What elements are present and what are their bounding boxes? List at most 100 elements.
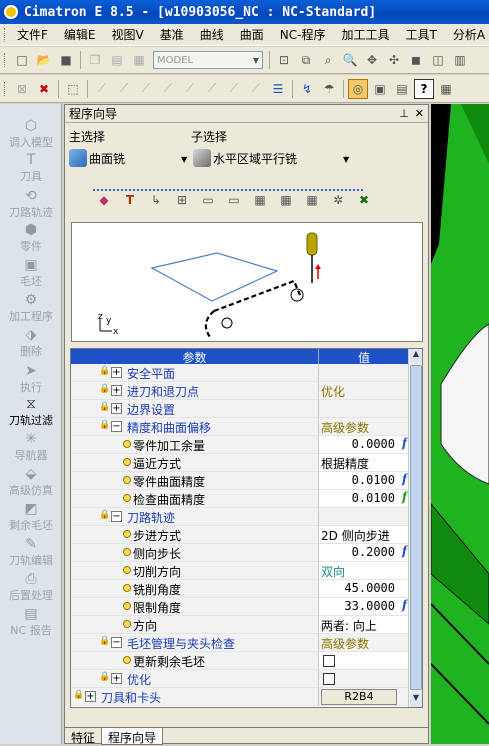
pan-icon[interactable]: ✥ [362, 50, 382, 70]
shaded-view-icon[interactable]: ◼ [406, 50, 426, 70]
menu-datum[interactable]: 基准 [152, 26, 192, 43]
update-stock-checkbox[interactable] [323, 655, 335, 667]
left-item-simulation[interactable]: ⬙ 高级仿真 [0, 466, 62, 498]
load-parameters-icon[interactable]: ▭ [224, 190, 244, 210]
menu-surface[interactable]: 曲面 [232, 26, 272, 43]
formula-icon[interactable]: f [402, 490, 407, 504]
table-row-limit-angle[interactable]: 限制角度 33.0000 f [71, 598, 409, 616]
sub-select-dropdown[interactable]: 水平区域平行铣 [193, 149, 297, 167]
help-icon[interactable]: ? [414, 78, 434, 99]
select-cursor-icon[interactable]: ⬚ [63, 79, 83, 99]
open-file-icon[interactable]: 📂 [34, 50, 54, 70]
model-tree-icon[interactable]: ▦ [129, 50, 149, 70]
left-item-navigator[interactable]: ✳ 导航器 [0, 431, 62, 463]
graphics-viewport[interactable] [431, 104, 489, 744]
table-scrollbar[interactable]: ▲ ▼ [408, 349, 422, 707]
table-row-stepover-mode[interactable]: 步进方式 2D 侧向步进 [71, 526, 409, 544]
column-header-value[interactable]: 值 [319, 349, 409, 365]
table-row-part-tolerance[interactable]: 零件曲面精度 0.0100 f [71, 472, 409, 490]
table-row-approach-retract[interactable]: 🔒 + 进刀和退刀点 优化 [71, 382, 409, 400]
scrollbar-thumb[interactable] [410, 365, 422, 690]
left-item-part[interactable]: ⬢ 零件 [0, 222, 62, 254]
left-item-toolpath[interactable]: ⟲ 刀路轨迹 [0, 188, 62, 220]
formula-icon[interactable]: f [402, 598, 407, 612]
left-item-stock[interactable]: ▣ 毛坯 [0, 257, 62, 289]
list-icon[interactable]: ▤ [392, 79, 412, 99]
formula-icon[interactable]: f [402, 436, 407, 450]
left-item-remaining-stock[interactable]: ◩ 剩余毛坯 [0, 501, 62, 533]
params-table-icon[interactable]: ▦ [250, 190, 270, 210]
table-row-tool-holder[interactable]: 🔒 + 刀具和卡头 R2B4 [71, 688, 409, 706]
params-export-icon[interactable]: ▦ [276, 190, 296, 210]
menu-nc-program[interactable]: NC-程序 [272, 26, 334, 43]
optimize-checkbox[interactable] [323, 673, 335, 685]
save-icon[interactable]: ■ [56, 50, 76, 70]
expand-plus-icon[interactable]: + [111, 367, 122, 378]
settings-icon[interactable]: ✲ [328, 190, 348, 210]
eraser-icon[interactable]: ◆ [94, 190, 114, 210]
collapse-minus-icon[interactable]: − [111, 511, 122, 522]
left-item-nc-report[interactable]: ▤ NC 报告 [0, 606, 62, 638]
menu-tools[interactable]: 工具T [397, 26, 444, 43]
curve-tool-3-icon[interactable]: ⟋ [136, 79, 156, 99]
menu-view[interactable]: 视图V [104, 26, 152, 43]
table-row-milling-angle[interactable]: 铣削角度 45.0000 [71, 580, 409, 598]
curve-tool-8-icon[interactable]: ⟋ [246, 79, 266, 99]
table-row-side-step[interactable]: 侧向步长 0.2000 f [71, 544, 409, 562]
paste-icon[interactable]: ▤ [107, 50, 127, 70]
rotate-icon[interactable]: ✣ [384, 50, 404, 70]
left-item-post-process[interactable]: ⎙ 后置处理 [0, 571, 62, 603]
search-icon[interactable]: 🔍 [340, 50, 360, 70]
copy-icon[interactable]: ❐ [85, 50, 105, 70]
toolpath-icon[interactable]: ↯ [297, 79, 317, 99]
table-row-boundary[interactable]: 🔒 + 边界设置 [71, 400, 409, 418]
scroll-up-icon[interactable]: ▲ [410, 349, 422, 363]
table-row-toolpath[interactable]: 🔒 − 刀路轨迹 [71, 508, 409, 526]
tab-program-wizard[interactable]: 程序向导 [101, 728, 164, 745]
expand-plus-icon[interactable]: + [111, 673, 122, 684]
table-row-approximation[interactable]: 逼近方式 根据精度 [71, 454, 409, 472]
model-combo[interactable]: MODEL ▼ [153, 51, 263, 69]
left-item-procedure[interactable]: ⚙ 加工程序 [0, 292, 62, 324]
geometry-icon[interactable]: ⊞ [172, 190, 192, 210]
menu-machining-tools[interactable]: 加工工具 [333, 26, 397, 43]
window-title-bar[interactable]: Cimatron E 8.5 - [w10903056_NC : NC-Stan… [0, 0, 489, 24]
curve-tool-7-icon[interactable]: ⟋ [224, 79, 244, 99]
list-tool-icon[interactable]: ☰ [268, 79, 288, 99]
table-row-tolerance-offset[interactable]: 🔒 − 精度和曲面偏移 高级参数 [71, 418, 409, 436]
left-item-load-model[interactable]: ⬡ 调入模型 [0, 118, 62, 150]
zoom-window-icon[interactable]: ⊡ [274, 50, 294, 70]
expand-plus-icon[interactable]: + [111, 385, 122, 396]
params-import-icon[interactable]: ▦ [302, 190, 322, 210]
collapse-minus-icon[interactable]: − [111, 421, 122, 432]
left-item-delete[interactable]: ⬗ 删除 [0, 327, 62, 359]
wizard-icon[interactable]: ◎ [348, 78, 368, 99]
chevron-down-icon[interactable]: ▼ [181, 155, 187, 164]
left-item-toolpath-edit[interactable]: ✎ 刀轨编辑 [0, 536, 62, 568]
save-parameters-icon[interactable]: ▭ [198, 190, 218, 210]
tool-select-icon[interactable]: T [120, 190, 140, 210]
close-icon[interactable]: ✕ [415, 107, 424, 120]
menu-edit[interactable]: 编辑E [56, 26, 104, 43]
table-row-cut-direction[interactable]: 切削方向 双向 [71, 562, 409, 580]
left-item-toolpath-filter[interactable]: ⧖ 刀轨过滤 [0, 396, 62, 428]
collapse-minus-icon[interactable]: − [111, 637, 122, 648]
zoom-fit-icon[interactable]: ⧉ [296, 50, 316, 70]
formula-icon[interactable]: f [402, 472, 407, 486]
delete-x-icon[interactable]: ✖ [34, 79, 54, 99]
curve-tool-5-icon[interactable]: ⟋ [180, 79, 200, 99]
render-icon[interactable]: ▥ [450, 50, 470, 70]
main-select-dropdown[interactable]: 曲面铣 [69, 149, 125, 167]
zoom-icon[interactable]: ⌕ [318, 50, 338, 70]
table-row-check-tolerance[interactable]: 检查曲面精度 0.0100 f [71, 490, 409, 508]
table-row-safe-plane[interactable]: 🔒 + 安全平面 [71, 364, 409, 382]
curve-tool-2-icon[interactable]: ⟋ [114, 79, 134, 99]
pick-icon[interactable]: ⊠ [12, 79, 32, 99]
excel-icon[interactable]: ✖ [354, 190, 374, 210]
pin-icon[interactable]: ⊥ [399, 107, 409, 120]
table-row-optimize[interactable]: 🔒 + 优化 [71, 670, 409, 688]
tab-feature[interactable]: 特征 [65, 728, 101, 745]
properties-icon[interactable]: ▣ [370, 79, 390, 99]
expand-plus-icon[interactable]: + [85, 691, 96, 702]
chevron-down-icon[interactable]: ▼ [343, 155, 349, 164]
